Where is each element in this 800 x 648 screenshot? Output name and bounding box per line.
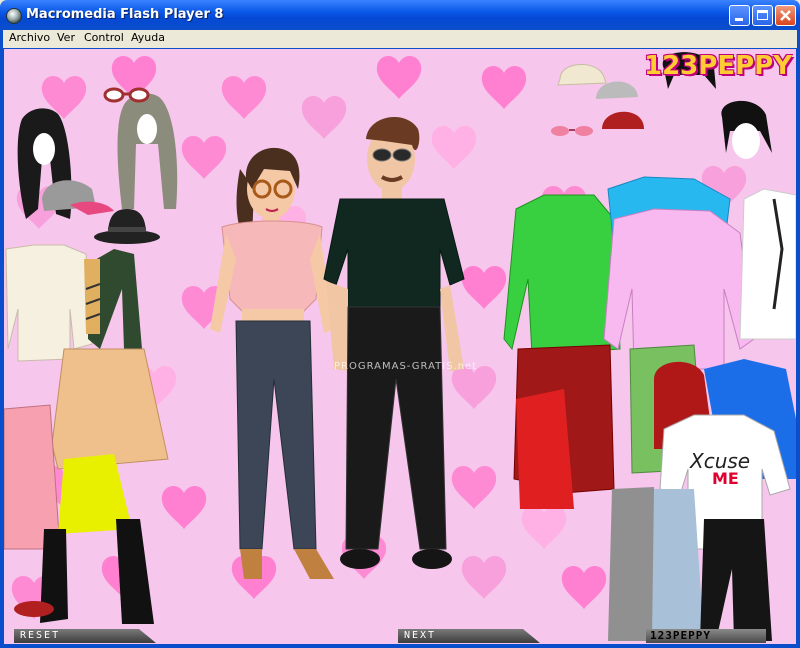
close-button[interactable] — [775, 5, 796, 26]
minimize-button[interactable] — [729, 5, 750, 26]
maximize-icon — [757, 10, 768, 20]
fedora-option[interactable] — [94, 209, 160, 244]
menu-bar: Archivo Ver Control Ayuda — [0, 30, 800, 48]
watermark: PROGRAMAS-GRATIS.net — [334, 361, 478, 372]
shirt-white-stripe-option[interactable] — [739, 188, 796, 340]
menu-ayuda[interactable]: Ayuda — [131, 31, 165, 44]
skirt-peach-option[interactable] — [51, 348, 169, 470]
sweater-cream-option[interactable] — [5, 244, 93, 362]
sunglasses-pink-option[interactable] — [551, 126, 593, 136]
boots-black-option[interactable] — [40, 519, 154, 624]
menu-archivo[interactable]: Archivo — [9, 31, 50, 44]
shirt-text-line2: ME — [712, 469, 739, 488]
window-title: Macromedia Flash Player 8 — [26, 7, 224, 22]
flash-player-icon — [6, 8, 22, 24]
shirt-red-option[interactable] — [516, 389, 574, 509]
cap-option[interactable] — [42, 180, 114, 215]
minimize-icon — [735, 18, 743, 21]
girl-model — [210, 147, 334, 579]
skirt-pink-option[interactable] — [4, 404, 61, 550]
beanie-gray-option[interactable] — [596, 81, 638, 99]
menu-ver[interactable]: Ver — [57, 31, 75, 44]
shoes-red-option[interactable] — [14, 601, 54, 617]
shirt-pink-option[interactable] — [603, 208, 755, 370]
beanie-red-option[interactable] — [602, 111, 644, 129]
hat-cream-option[interactable] — [557, 64, 607, 86]
shirt-green-option[interactable] — [503, 194, 621, 356]
close-icon — [780, 10, 791, 21]
game-logo: 123PEPPY — [644, 51, 793, 81]
hair-option-gray[interactable] — [117, 93, 178, 209]
boy-model — [323, 116, 465, 569]
jacket-green-option[interactable] — [84, 249, 142, 349]
flash-stage: Xcuse ME 123PEPPY PROGRAMAS-GRATIS.net R… — [4, 49, 796, 644]
brand-link[interactable]: 123PEPPY — [646, 629, 766, 643]
xcuse-me-print: Xcuse ME — [690, 449, 760, 488]
reset-button[interactable]: RESET — [14, 629, 156, 643]
next-button[interactable]: NEXT — [398, 629, 540, 643]
pants-black-option[interactable] — [700, 519, 772, 641]
dressup-scene — [4, 52, 796, 641]
title-bar: Macromedia Flash Player 8 — [0, 0, 800, 30]
maximize-button[interactable] — [752, 5, 773, 26]
menu-control[interactable]: Control — [84, 31, 124, 44]
pants-gray-option[interactable] — [608, 487, 654, 641]
